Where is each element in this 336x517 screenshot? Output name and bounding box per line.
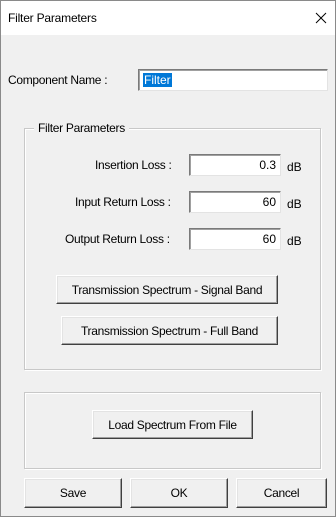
output-return-loss-unit: dB [287, 234, 302, 248]
input-return-loss-unit: dB [287, 197, 302, 211]
filter-parameters-dialog: Filter Parameters Component Name : Filte… [0, 0, 336, 517]
insertion-loss-label: Insertion Loss : [95, 158, 172, 172]
output-return-loss-label: Output Return Loss : [65, 232, 170, 246]
filter-parameters-group-title: Filter Parameters [34, 121, 129, 135]
save-button[interactable]: Save [24, 478, 122, 508]
cancel-button[interactable]: Cancel [236, 478, 327, 508]
ok-button[interactable]: OK [130, 478, 228, 508]
title-bar[interactable]: Filter Parameters [1, 1, 335, 35]
component-name-input[interactable]: Filter [138, 69, 328, 91]
dialog-body: Component Name : Filter Filter Parameter… [1, 35, 335, 516]
component-name-value: Filter [143, 73, 172, 87]
insertion-loss-unit: dB [287, 160, 302, 174]
full-band-spectrum-button[interactable]: Transmission Spectrum - Full Band [61, 316, 278, 345]
insertion-loss-input[interactable]: 0.3 [189, 154, 281, 176]
close-button[interactable] [309, 7, 333, 29]
window-title: Filter Parameters [8, 11, 97, 25]
input-return-loss-label: Input Return Loss : [75, 195, 171, 209]
load-spectrum-button[interactable]: Load Spectrum From File [92, 410, 253, 439]
component-name-label: Component Name : [8, 73, 108, 87]
signal-band-spectrum-button[interactable]: Transmission Spectrum - Signal Band [56, 275, 278, 304]
output-return-loss-input[interactable]: 60 [189, 228, 281, 250]
input-return-loss-input[interactable]: 60 [189, 191, 281, 213]
close-icon [315, 12, 327, 24]
